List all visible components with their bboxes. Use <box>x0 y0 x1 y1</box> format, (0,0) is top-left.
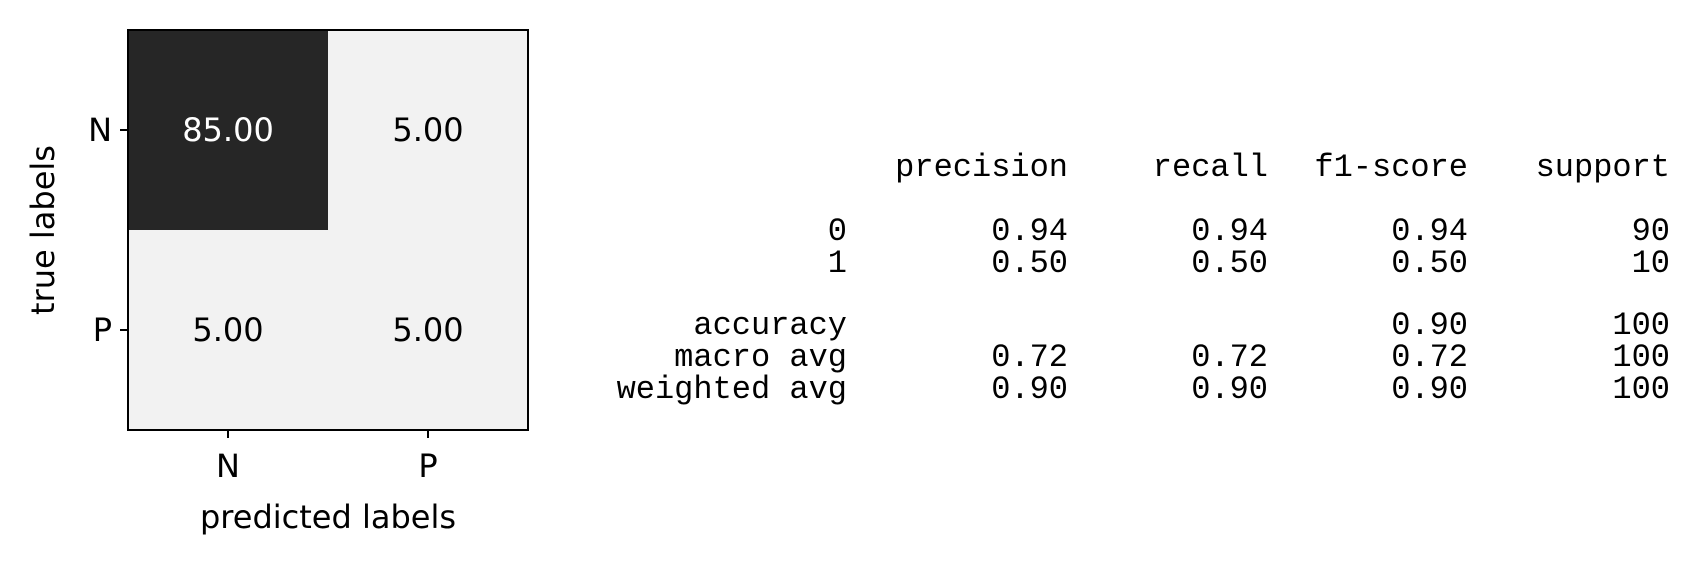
report-row-label: accuracy <box>693 307 847 344</box>
x-tick-label: P <box>418 447 437 485</box>
report-cell-value: 0.50 <box>991 245 1068 282</box>
report-cell-value: 0.90 <box>1391 307 1468 344</box>
report-cell-value: 90 <box>1631 213 1670 250</box>
report-column-header: precision <box>895 149 1068 186</box>
cell-value-label: 5.00 <box>392 311 463 349</box>
report-row-label: weighted avg <box>616 371 847 408</box>
report-cell-value: 100 <box>1612 339 1670 376</box>
y-tick-label: N <box>88 111 112 149</box>
report-cell-value: 0.72 <box>1391 339 1468 376</box>
report-cell-value: 0.72 <box>991 339 1068 376</box>
cell-value-label: 5.00 <box>192 311 263 349</box>
y-axis-label: true labels <box>24 145 62 315</box>
report-cell-value: 10 <box>1631 245 1670 282</box>
report-cell-value: 0.72 <box>1191 339 1268 376</box>
report-cell-value: 100 <box>1612 307 1670 344</box>
report-row-label: 0 <box>827 213 847 250</box>
report-cell-value: 0.90 <box>991 371 1068 408</box>
y-tick-label: P <box>93 311 112 349</box>
report-cell-value: 0.90 <box>1191 371 1268 408</box>
report-column-header: support <box>1535 149 1670 186</box>
x-tick-label: N <box>216 447 240 485</box>
heatmap-cells: 85.00 5.00 5.00 5.00 <box>128 30 528 430</box>
cell-value-label: 85.00 <box>182 111 274 149</box>
cell-value-label: 5.00 <box>392 111 463 149</box>
report-row-label: macro avg <box>674 339 847 376</box>
report-cell-value: 0.94 <box>991 213 1068 250</box>
report-cell-value: 0.94 <box>1391 213 1468 250</box>
report-cell-value: 0.50 <box>1391 245 1468 282</box>
report-column-header: f1-score <box>1314 149 1468 186</box>
report-cell-value: 0.90 <box>1391 371 1468 408</box>
report-cell-value: 100 <box>1612 371 1670 408</box>
report-row-label: 1 <box>827 245 847 282</box>
report-cell-value: 0.94 <box>1191 213 1268 250</box>
x-axis-label: predicted labels <box>200 498 456 536</box>
classification-report: precision recall f1-score support 0 0.94 0.94 0… <box>560 0 1694 564</box>
report-cell-value: 0.50 <box>1191 245 1268 282</box>
report-column-header: recall <box>1152 149 1268 186</box>
